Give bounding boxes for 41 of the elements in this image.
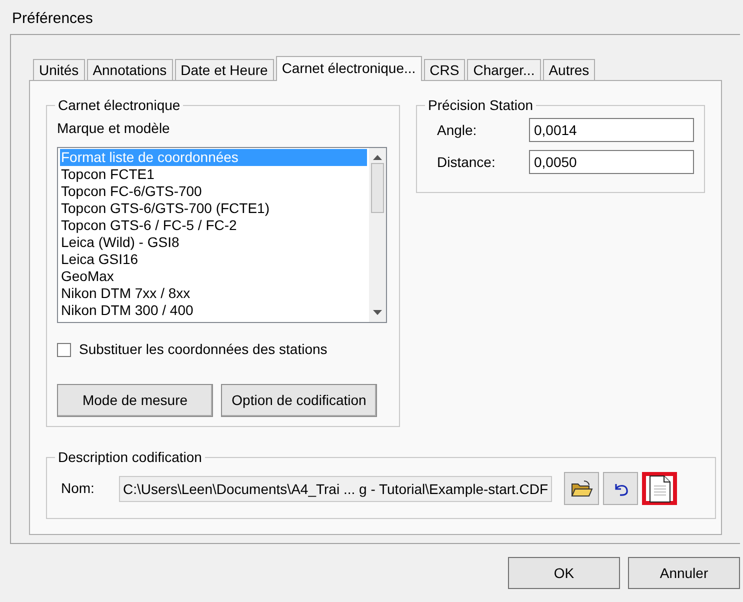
window-title: Préférences [11,9,94,29]
dialog-button[interactable]: Option de codification [221,384,377,417]
list-item[interactable]: Leica GSI16 [60,251,367,268]
tool-button[interactable] [603,472,638,505]
tab[interactable]: Annotations [86,59,173,80]
tab[interactable]: CRS [424,59,466,80]
list-label: Marque et modèle [57,119,171,138]
field-label: Distance: [436,152,496,172]
scroll-thumb[interactable] [371,163,384,213]
list-item[interactable]: Topcon GTS-6 / FC-5 / FC-2 [60,217,367,234]
model-list[interactable]: Format liste de coordonnées Topcon FCTE1 Topcon FC-6/GTS-700 Topcon GTS-6/GTS-700 (FCTE1) Topcon GTS-6 / FC-5 / FC-2 Leica (Wild) - GSI8 Leica GSI16 GeoMax Nikon DTM 7xx / 8xx Nikon DTM 300 / 400 [57,147,387,323]
tab[interactable]: Carnet électronique... [276,56,422,81]
field-label: Angle: [436,120,478,140]
folder-icon [570,480,593,498]
tab[interactable]: Autres [542,59,596,80]
tool-button[interactable] [564,472,600,505]
tab[interactable]: Unités [33,59,85,80]
list-item[interactable]: Topcon FCTE1 [60,166,367,183]
dialog-button[interactable]: Mode de mesure [57,384,213,417]
scroll-down-icon[interactable] [373,310,382,316]
tool-button[interactable] [642,472,678,505]
list-item[interactable]: Leica (Wild) - GSI8 [60,234,367,251]
input-field[interactable]: 0,0050 [529,150,694,174]
list-item[interactable]: Nikon DTM 300 / 400 [60,302,367,319]
tab[interactable]: Charger... [467,59,541,80]
list-item[interactable]: GeoMax [60,268,367,285]
input-field[interactable]: 0,0014 [529,118,694,142]
checkbox-label: Substituer les coordonnées des stations [79,340,328,359]
scrollbar[interactable] [369,148,386,322]
checkbox[interactable] [57,342,71,356]
list-item[interactable]: Nikon DTM 7xx / 8xx [60,285,367,302]
dialog-button[interactable]: OK [508,557,620,589]
list-item[interactable]: Topcon GTS-6/GTS-700 (FCTE1) [60,200,367,217]
path-field[interactable]: C:\Users\Leen\Documents\A4_Trai ... g - Tutorial\Example-start.CDF [119,476,552,502]
list-item[interactable]: Topcon FC-6/GTS-700 [60,183,367,200]
undo-icon [612,482,629,496]
field-label: Nom: [60,479,96,498]
tab[interactable]: Date et Heure [174,59,274,80]
scroll-up-icon[interactable] [373,154,382,160]
document-icon [648,474,671,502]
dialog-button[interactable]: Annuler [628,557,740,589]
